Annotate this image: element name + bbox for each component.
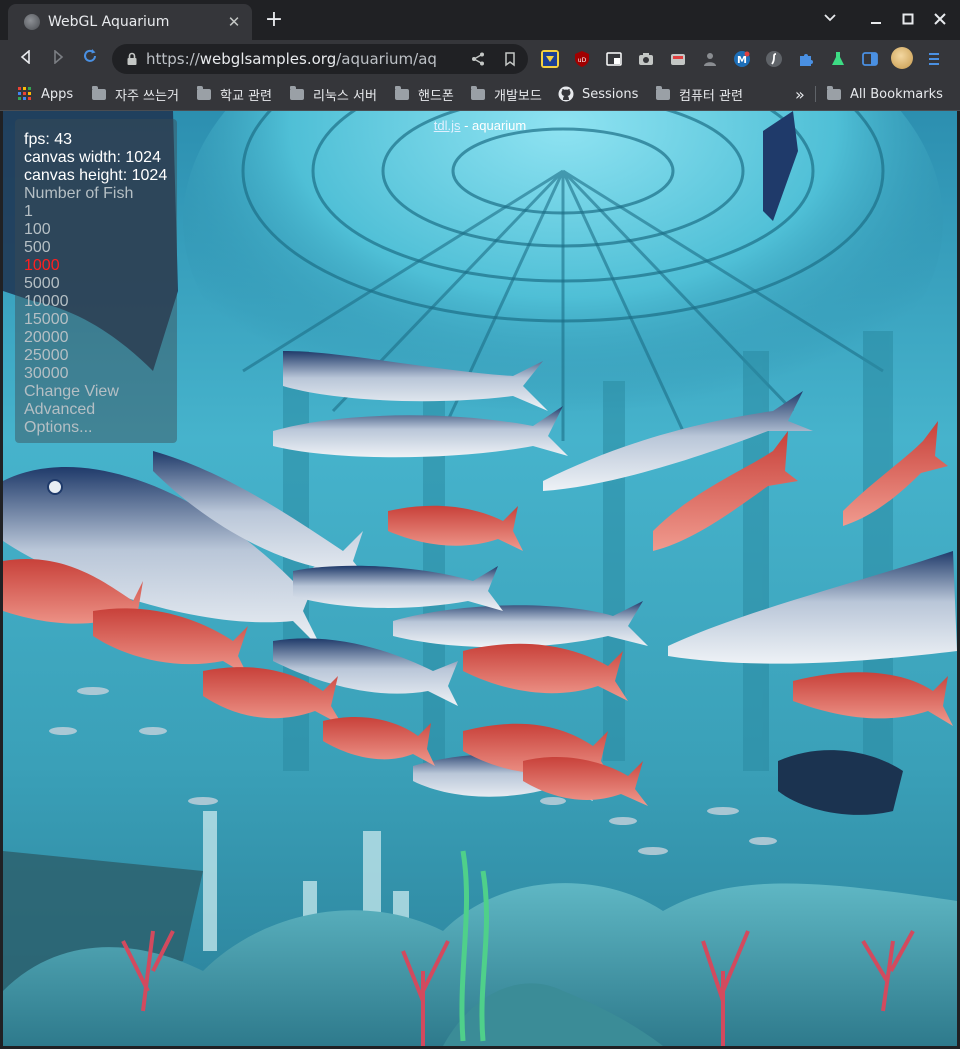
tab-title: WebGL Aquarium: [48, 14, 170, 30]
download-extension-icon[interactable]: [541, 50, 559, 68]
bookmarks-divider: [815, 86, 816, 102]
lock-icon[interactable]: [124, 51, 140, 67]
bookmark-sessions[interactable]: Sessions: [558, 85, 638, 103]
ublock-origin-icon[interactable]: uD: [573, 50, 591, 68]
tab-webgl-aquarium[interactable]: WebGL Aquarium ✕: [8, 4, 252, 40]
profile-avatar[interactable]: [891, 47, 913, 69]
folder-icon: [827, 85, 841, 100]
bookmark-folder-1[interactable]: 자주 쓰는거: [92, 85, 179, 104]
bookmarks-bar: Apps 자주 쓰는거 학교 관련 리눅스 서버 핸드폰 개발보드 Sessio…: [0, 78, 960, 111]
share-icon[interactable]: [470, 51, 486, 67]
close-window-button[interactable]: [928, 8, 952, 32]
number-of-fish-label: Number of Fish: [24, 185, 134, 202]
flask-lab-icon[interactable]: [829, 50, 847, 68]
tdl-link[interactable]: tdl.js: [434, 118, 461, 133]
bookmark-label: 컴퓨터 관련: [679, 88, 743, 104]
folder-icon: [471, 85, 485, 100]
picture-in-picture-icon[interactable]: [605, 50, 623, 68]
bookmarks-overflow-button[interactable]: »: [795, 84, 805, 104]
fish-option-1000-selected[interactable]: 1000: [15, 257, 177, 275]
fish-option-500[interactable]: 500: [15, 239, 177, 257]
tab-strip: WebGL Aquarium ✕ +: [0, 0, 960, 40]
bookmark-label: 자주 쓰는거: [115, 88, 179, 104]
url-scheme: https://: [146, 50, 200, 68]
user-agent-icon[interactable]: [701, 50, 719, 68]
mendeley-icon[interactable]: M: [733, 50, 751, 68]
minimize-button[interactable]: [864, 8, 888, 32]
folder-icon: [92, 85, 106, 100]
bookmark-label: Sessions: [582, 86, 639, 102]
screen-capture-icon[interactable]: [669, 50, 687, 68]
settings-panel: fps: 43 canvas width: 1024 canvas height…: [15, 119, 177, 443]
folder-icon: [290, 85, 304, 100]
fish-option-15000[interactable]: 15000: [15, 311, 177, 329]
bookmark-folder-2[interactable]: 학교 관련: [197, 85, 272, 104]
browser-toolbar: https://webglsamples.org/aquarium/aqua…: [0, 40, 960, 78]
url-host: webglsamples.org: [199, 50, 337, 68]
canvas-width-readout: canvas width: 1024: [24, 149, 161, 166]
forward-button[interactable]: [46, 47, 70, 71]
advanced-button[interactable]: Advanced: [15, 401, 177, 419]
folder-icon: [197, 85, 211, 100]
camera-icon[interactable]: [637, 50, 655, 68]
svg-text:M: M: [737, 55, 747, 66]
bookmark-label: 개발보드: [494, 88, 542, 104]
header-suffix: - aquarium: [460, 118, 527, 133]
bookmark-star-icon[interactable]: [502, 51, 518, 67]
all-bookmarks-button[interactable]: All Bookmarks: [827, 85, 943, 103]
bookmark-folder-5[interactable]: 개발보드: [471, 85, 542, 104]
options-button[interactable]: Options...: [15, 419, 177, 437]
overflow-chevron-icon: »: [795, 84, 805, 104]
address-bar[interactable]: https://webglsamples.org/aquarium/aqua…: [112, 44, 528, 74]
reload-button[interactable]: [78, 47, 102, 71]
folder-icon: [395, 85, 409, 100]
bookmark-folder-4[interactable]: 핸드폰: [395, 85, 454, 104]
fish-option-100[interactable]: 100: [15, 221, 177, 239]
tab-search-chevron-icon[interactable]: [818, 8, 842, 32]
url-path: /aquarium/aqua…: [336, 50, 436, 68]
bookmark-folder-3[interactable]: 리눅스 서버: [290, 85, 377, 104]
back-button[interactable]: [14, 47, 38, 71]
bookmark-label: 학교 관련: [220, 88, 272, 104]
bookmark-apps[interactable]: Apps: [18, 85, 73, 103]
fish-option-10000[interactable]: 10000: [15, 293, 177, 311]
all-bookmarks-label: All Bookmarks: [850, 86, 943, 102]
new-tab-button[interactable]: +: [262, 8, 286, 32]
change-view-button[interactable]: Change View: [15, 383, 177, 401]
folder-icon: [656, 85, 670, 100]
fish-option-20000[interactable]: 20000: [15, 329, 177, 347]
canvas-height-readout: canvas height: 1024: [24, 167, 168, 184]
bookmark-label: Apps: [41, 86, 74, 102]
menu-kebab-icon[interactable]: [925, 50, 943, 68]
bookmark-label: 리눅스 서버: [313, 88, 377, 104]
globe-favicon-icon: [24, 14, 40, 30]
aquarium-canvas[interactable]: tdl.js - aquarium fps: 43 canvas width: …: [3, 111, 957, 1046]
apps-grid-icon: [18, 87, 32, 101]
fish-option-1[interactable]: 1: [15, 203, 177, 221]
url-text[interactable]: https://webglsamples.org/aquarium/aqua…: [146, 50, 436, 68]
extensions-puzzle-icon[interactable]: [797, 50, 815, 68]
fps-readout: fps: 43: [24, 131, 73, 148]
fish-option-30000[interactable]: 30000: [15, 365, 177, 383]
maximize-button[interactable]: [896, 8, 920, 32]
fish-option-25000[interactable]: 25000: [15, 347, 177, 365]
script-extension-icon[interactable]: [765, 50, 783, 68]
bookmark-folder-7[interactable]: 컴퓨터 관련: [656, 85, 743, 104]
fish-option-5000[interactable]: 5000: [15, 275, 177, 293]
side-panel-icon[interactable]: [861, 50, 879, 68]
github-icon: [558, 86, 574, 102]
tab-close-icon[interactable]: ✕: [222, 13, 246, 31]
bookmark-label: 핸드폰: [418, 88, 454, 104]
svg-text:uD: uD: [578, 57, 587, 64]
